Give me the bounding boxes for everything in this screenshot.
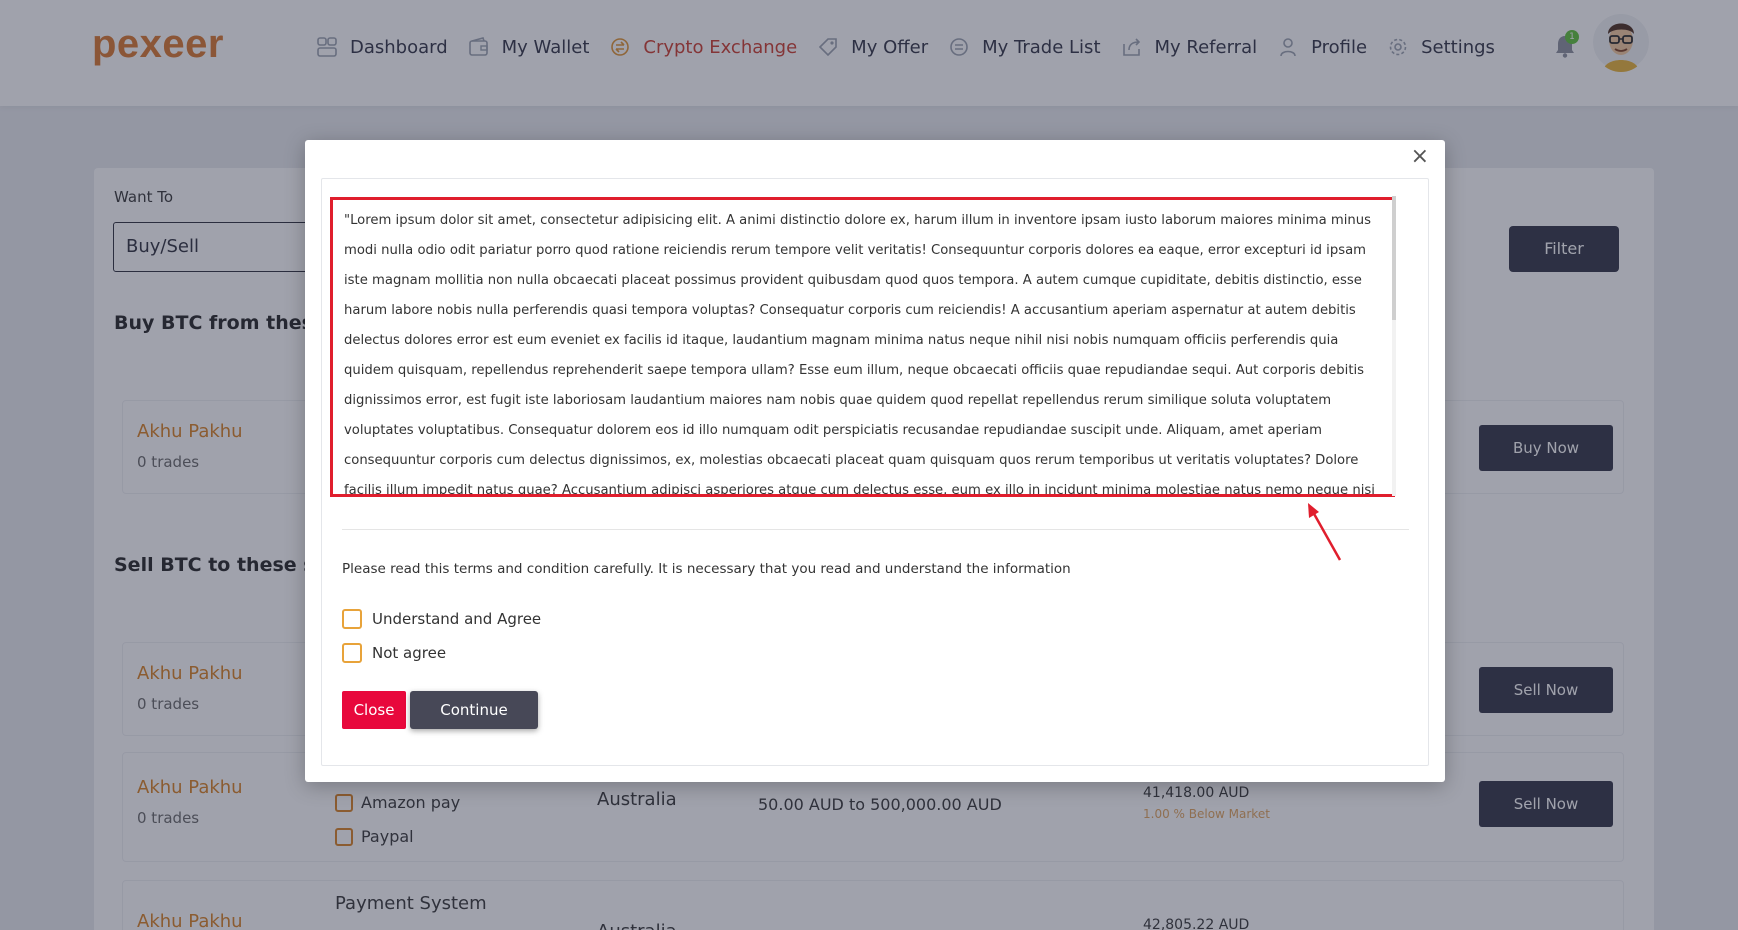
modal-body: "Lorem ipsum dolor sit amet, consectetur… — [321, 178, 1429, 766]
continue-button[interactable]: Continue — [410, 691, 538, 729]
agree-label: Understand and Agree — [372, 610, 542, 628]
agree-checkbox[interactable] — [342, 609, 362, 629]
terms-notice: Please read this terms and condition car… — [342, 561, 1071, 577]
close-icon[interactable]: × — [1411, 144, 1429, 169]
disagree-checkbox[interactable] — [342, 643, 362, 663]
annotation-arrow-icon — [1308, 503, 1342, 561]
terms-scrollbar-thumb[interactable] — [1392, 196, 1396, 320]
terms-text: "Lorem ipsum dolor sit amet, consectetur… — [344, 213, 1375, 497]
terms-modal: × "Lorem ipsum dolor sit amet, consectet… — [305, 140, 1445, 782]
agree-option[interactable]: Understand and Agree — [342, 609, 541, 629]
terms-text-box[interactable]: "Lorem ipsum dolor sit amet, consectetur… — [330, 197, 1395, 497]
disagree-option[interactable]: Not agree — [342, 643, 446, 663]
divider — [342, 529, 1409, 530]
disagree-label: Not agree — [372, 644, 447, 662]
close-button[interactable]: Close — [342, 691, 406, 729]
